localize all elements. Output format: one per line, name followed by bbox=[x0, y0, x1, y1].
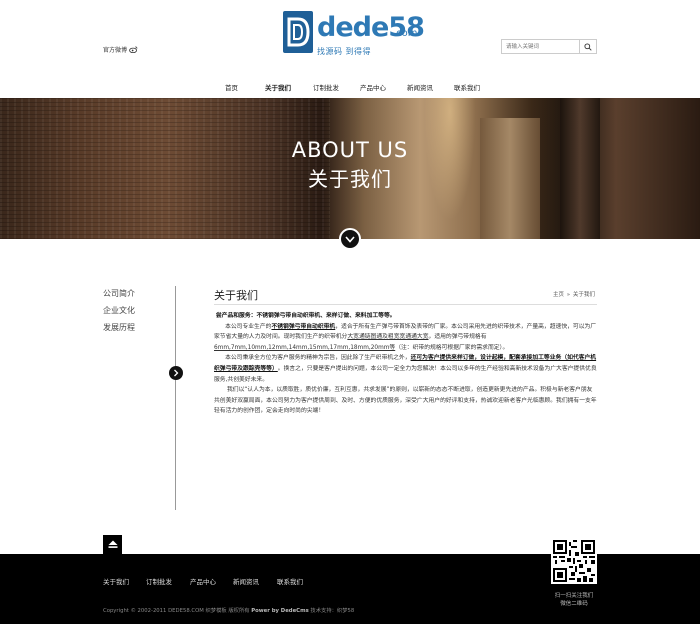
arrow-up-icon bbox=[108, 540, 117, 548]
qr-caption-line: 扫一扫关注我们 bbox=[554, 593, 594, 599]
breadcrumb: 主页 » 关于我们 bbox=[553, 290, 595, 298]
sidebar-item-history[interactable]: 发展历程 bbox=[103, 322, 173, 339]
qr-caption: 扫一扫关注我们 微信二维码 bbox=[540, 592, 608, 608]
nav-home[interactable]: 首页 bbox=[225, 82, 238, 92]
about-content: 尝产品和服务：不锈钢弹弓带自动织带机、来样订做、来料加工等等。 本公司专业生产的… bbox=[214, 311, 598, 417]
scroll-down-button[interactable] bbox=[339, 228, 361, 250]
content-paragraph: 我们以“认人为本，以质取胜，质优价廉，互利互惠，共求发展”的原则，以崭新的态态不… bbox=[214, 387, 597, 415]
chevron-right-icon bbox=[174, 369, 179, 377]
breadcrumb-home[interactable]: 主页 bbox=[553, 292, 564, 298]
search-button[interactable] bbox=[579, 40, 596, 53]
search-icon bbox=[584, 42, 592, 51]
copyright: Copyright © 2002-2011 DEDE58.COM 织梦模板 版权… bbox=[103, 608, 355, 614]
chevron-down-icon bbox=[345, 235, 355, 243]
logo-dotcom: .com bbox=[393, 28, 418, 39]
title-divider bbox=[214, 304, 597, 305]
footer-nav-about[interactable]: 关于我们 bbox=[103, 576, 129, 586]
weibo-link[interactable]: 官方微博 bbox=[103, 45, 138, 54]
breadcrumb-current[interactable]: 关于我们 bbox=[573, 292, 595, 298]
breadcrumb-sep: » bbox=[566, 292, 571, 298]
content-paragraph: 本公司秉承全方位为客户服务的精神为宗旨，因此除了生产织带机之外，还可为客户提供来… bbox=[214, 355, 597, 383]
footer-nav-news[interactable]: 新闻资讯 bbox=[233, 576, 259, 586]
nav-products[interactable]: 产品中心 bbox=[360, 82, 386, 92]
sidebar-item-culture[interactable]: 企业文化 bbox=[103, 305, 173, 322]
site-header: 官方微博 dede58 .com 找源码 到得得 bbox=[0, 0, 700, 74]
nav-custom-wholesale[interactable]: 订制批发 bbox=[313, 82, 339, 92]
banner-title-en: ABOUT US bbox=[291, 138, 409, 162]
sidebar-toggle-button[interactable] bbox=[169, 366, 183, 380]
back-to-top-button[interactable] bbox=[103, 535, 122, 554]
content-paragraph: 尝产品和服务：不锈钢弹弓带自动织带机、来样订做、来料加工等等。 bbox=[215, 313, 396, 319]
footer-nav-custom-wholesale[interactable]: 订制批发 bbox=[146, 576, 172, 586]
logo-mark-icon bbox=[283, 11, 313, 53]
footer-nav-contact[interactable]: 联系我们 bbox=[277, 576, 303, 586]
about-sidebar: 公司简介 企业文化 发展历程 bbox=[103, 288, 173, 339]
search-input[interactable] bbox=[502, 40, 580, 53]
weibo-icon bbox=[129, 46, 138, 53]
nav-news[interactable]: 新闻资讯 bbox=[407, 82, 433, 92]
main-nav: 首页 关于我们 订制批发 产品中心 新闻资讯 联系我们 bbox=[0, 74, 700, 98]
weibo-label: 官方微博 bbox=[103, 47, 128, 54]
qr-code-icon bbox=[553, 540, 595, 582]
about-banner: ABOUT US 关于我们 bbox=[0, 98, 700, 239]
footer-nav-products[interactable]: 产品中心 bbox=[190, 576, 216, 586]
content-paragraph: 本公司专业生产的不锈钢弹弓带自动织带机，适合于所有生产弹弓带首饰及表带的厂家。本… bbox=[214, 323, 597, 351]
nav-about[interactable]: 关于我们 bbox=[265, 82, 291, 92]
banner-title-cn: 关于我们 bbox=[308, 167, 392, 191]
site-logo[interactable]: dede58 .com 找源码 到得得 bbox=[283, 8, 425, 58]
page-title: 关于我们 bbox=[214, 289, 258, 302]
sidebar-divider bbox=[175, 286, 176, 510]
nav-contact[interactable]: 联系我们 bbox=[454, 82, 480, 92]
logo-slogan: 找源码 到得得 bbox=[317, 47, 372, 56]
wechat-qr-code bbox=[551, 538, 597, 584]
search-box bbox=[501, 39, 597, 54]
sidebar-item-company-profile[interactable]: 公司简介 bbox=[103, 288, 173, 305]
qr-caption-line: 微信二维码 bbox=[560, 601, 588, 607]
